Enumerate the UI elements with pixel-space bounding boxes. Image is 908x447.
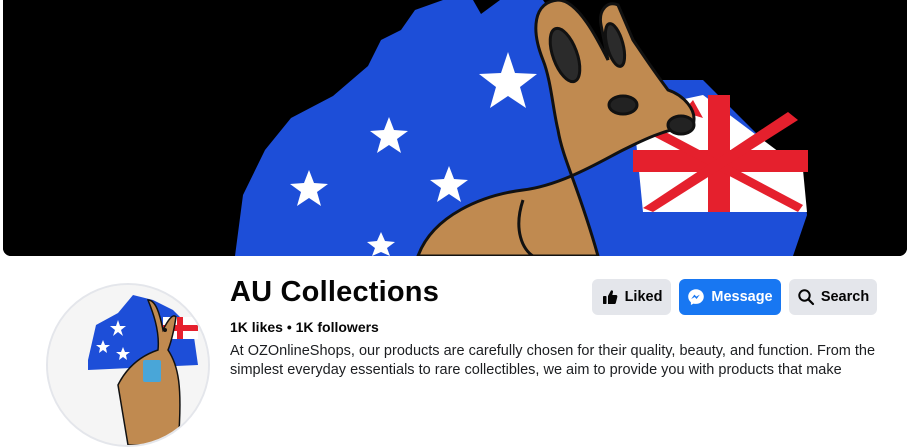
page-about: At OZOnlineShops, our products are caref… (230, 343, 876, 378)
message-button-label: Message (711, 289, 773, 305)
profile-avatar[interactable] (46, 283, 210, 447)
search-button-label: Search (820, 289, 870, 305)
thumbs-up-icon (601, 288, 619, 306)
page-stats[interactable]: 1K likes • 1K followers (230, 319, 379, 335)
liked-button-label: Liked (624, 289, 663, 305)
avatar-artwork (48, 285, 208, 445)
search-icon (797, 288, 815, 306)
cover-artwork (3, 0, 907, 256)
liked-button[interactable]: Liked (592, 279, 671, 315)
page-title: AU Collections (230, 276, 440, 308)
messenger-icon (687, 288, 705, 306)
search-button[interactable]: Search (789, 279, 877, 315)
message-button[interactable]: Message (679, 279, 781, 315)
cover-photo[interactable] (3, 0, 907, 256)
